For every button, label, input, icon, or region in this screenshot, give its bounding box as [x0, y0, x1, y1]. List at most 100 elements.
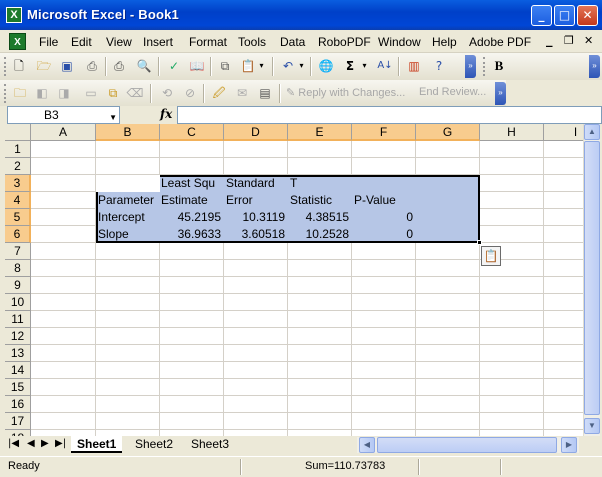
- active-cell[interactable]: [96, 175, 160, 192]
- last-sheet-icon[interactable]: ▶|: [55, 438, 66, 449]
- undo-dropdown-icon[interactable]: ▾: [297, 57, 306, 75]
- horizontal-scrollbar[interactable]: ◀ ▶: [357, 437, 579, 453]
- scroll-right-button[interactable]: ▶: [561, 437, 577, 453]
- menu-insert[interactable]: Insert: [143, 35, 173, 49]
- menu-robopdf[interactable]: RoboPDF: [318, 35, 371, 49]
- delete-comment-icon[interactable]: ⌫: [126, 84, 144, 102]
- autosum-dropdown-icon[interactable]: ▾: [360, 57, 369, 75]
- spelling-icon[interactable]: ✓: [165, 57, 183, 75]
- row-header[interactable]: 11: [5, 311, 31, 328]
- column-header-h[interactable]: H: [480, 124, 544, 141]
- workbook-icon[interactable]: X: [9, 33, 26, 50]
- column-header-c[interactable]: C: [160, 124, 224, 141]
- row-header[interactable]: 13: [5, 345, 31, 362]
- row-header[interactable]: 5: [5, 209, 31, 226]
- cell-e4[interactable]: Statistic: [290, 192, 352, 209]
- column-header-a[interactable]: A: [31, 124, 96, 141]
- bold-button[interactable]: B: [490, 57, 508, 75]
- new-icon[interactable]: 🗋: [10, 57, 28, 75]
- reply-with-changes-button[interactable]: ✎ Reply with Changes...: [286, 86, 405, 99]
- worksheet-grid[interactable]: A B C D E F G H I 1 2 3 4 5 6 7 8 9 10 1…: [5, 124, 583, 436]
- copy-icon[interactable]: ⧉: [216, 57, 234, 75]
- first-sheet-icon[interactable]: |◀: [8, 438, 19, 449]
- row-header[interactable]: 8: [5, 260, 31, 277]
- menu-data[interactable]: Data: [280, 35, 305, 49]
- paste-icon[interactable]: 📋: [239, 57, 257, 75]
- menu-edit[interactable]: Edit: [71, 35, 92, 49]
- doc-minimize-button[interactable]: _: [546, 33, 553, 48]
- row-header[interactable]: 6: [5, 226, 31, 243]
- doc-close-button[interactable]: ✕: [584, 34, 593, 47]
- row-header[interactable]: 17: [5, 413, 31, 430]
- row-header[interactable]: 4: [5, 192, 31, 209]
- horizontal-scroll-thumb[interactable]: [377, 437, 557, 453]
- maximize-button[interactable]: □: [554, 5, 575, 26]
- menu-window[interactable]: Window: [378, 35, 421, 49]
- reviewing-pane-icon[interactable]: ▤: [256, 84, 274, 102]
- previous-comment-icon[interactable]: ◧: [33, 84, 51, 102]
- menu-view[interactable]: View: [106, 35, 132, 49]
- update-file-icon[interactable]: 🖉: [210, 84, 228, 102]
- paste-options-icon[interactable]: 📋: [481, 246, 501, 266]
- column-header-e[interactable]: E: [288, 124, 352, 141]
- tab-sheet2[interactable]: Sheet2: [129, 436, 179, 453]
- row-header[interactable]: 10: [5, 294, 31, 311]
- tab-sheet3[interactable]: Sheet3: [185, 436, 235, 453]
- menu-file[interactable]: File: [39, 35, 58, 49]
- track-changes-icon[interactable]: ⟲: [158, 84, 176, 102]
- fill-handle[interactable]: [477, 240, 482, 245]
- sort-icon[interactable]: A↓: [376, 57, 394, 75]
- cell-d6[interactable]: 3.60518: [224, 226, 285, 243]
- doc-restore-button[interactable]: ❐: [564, 34, 574, 47]
- menu-adobe-pdf[interactable]: Adobe PDF: [469, 35, 531, 49]
- cell-b4[interactable]: Parameter: [98, 192, 160, 209]
- toolbar-grip[interactable]: [4, 57, 7, 76]
- cell-c5[interactable]: 45.2195: [160, 209, 221, 226]
- print-icon[interactable]: ⎙: [110, 57, 128, 75]
- row-header[interactable]: 15: [5, 379, 31, 396]
- cell-d3[interactable]: Standard: [226, 175, 288, 192]
- chart-wizard-icon[interactable]: ▥: [405, 57, 423, 75]
- close-button[interactable]: ✕: [577, 5, 598, 26]
- formatting-options-button[interactable]: »: [589, 55, 600, 78]
- insert-function-icon[interactable]: fx: [160, 107, 172, 121]
- vertical-scroll-thumb[interactable]: [584, 141, 600, 415]
- toolbar-options-button[interactable]: »: [465, 55, 476, 78]
- column-header-i[interactable]: I: [544, 124, 583, 141]
- vertical-scrollbar[interactable]: ▲ ▼: [583, 124, 600, 436]
- autosum-icon[interactable]: Σ: [341, 57, 359, 75]
- row-header[interactable]: 2: [5, 158, 31, 175]
- cell-e3[interactable]: T: [290, 175, 352, 192]
- column-header-b[interactable]: B: [96, 124, 160, 141]
- scroll-down-button[interactable]: ▼: [584, 418, 600, 434]
- permission-icon[interactable]: ⎙: [83, 57, 101, 75]
- cell-c6[interactable]: 36.9633: [160, 226, 221, 243]
- scroll-left-button[interactable]: ◀: [359, 437, 375, 453]
- save-icon[interactable]: ▣: [58, 57, 76, 75]
- next-comment-icon[interactable]: ◨: [55, 84, 73, 102]
- send-to-mail-icon[interactable]: ✉: [233, 84, 251, 102]
- row-header[interactable]: 3: [5, 175, 31, 192]
- scroll-up-button[interactable]: ▲: [584, 124, 600, 140]
- cell-e6[interactable]: 10.2528: [288, 226, 349, 243]
- cell-f5[interactable]: 0: [352, 209, 413, 226]
- excel-app-icon[interactable]: X: [6, 7, 22, 23]
- tab-sheet1[interactable]: Sheet1: [71, 436, 123, 453]
- reject-change-icon[interactable]: ⊘: [181, 84, 199, 102]
- next-sheet-icon[interactable]: ▶: [41, 438, 49, 449]
- column-header-d[interactable]: D: [224, 124, 288, 141]
- row-header[interactable]: 7: [5, 243, 31, 260]
- cell-e5[interactable]: 4.38515: [288, 209, 349, 226]
- new-comment-icon[interactable]: 🗀: [11, 84, 29, 102]
- cell-c4[interactable]: Estimate: [161, 192, 223, 209]
- cell-d5[interactable]: 10.3119: [224, 209, 286, 226]
- menu-tools[interactable]: Tools: [238, 35, 266, 49]
- cell-c3[interactable]: Least Squ: [161, 175, 223, 192]
- end-review-button[interactable]: End Review...: [419, 86, 486, 98]
- undo-icon[interactable]: ↶: [279, 57, 297, 75]
- cell-f6[interactable]: 0: [352, 226, 413, 243]
- formula-input[interactable]: [177, 106, 602, 124]
- show-all-comments-icon[interactable]: ⧉: [104, 84, 122, 102]
- hyperlink-icon[interactable]: 🌐: [317, 57, 335, 75]
- cell-b6[interactable]: Slope: [98, 226, 160, 243]
